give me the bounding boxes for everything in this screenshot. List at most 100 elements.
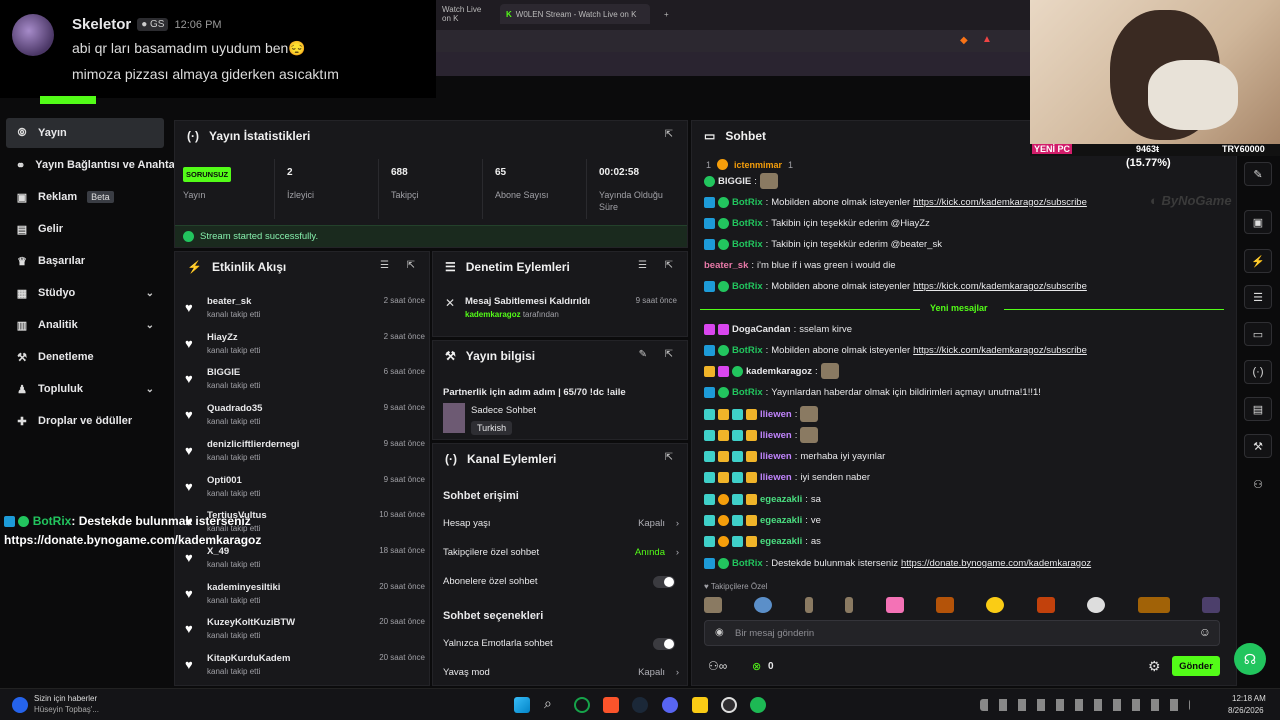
chat-username[interactable]: BotRix [732,558,763,569]
chat-message[interactable]: BotRix: Destekde bulunmak isterseniz http… [704,554,1091,572]
chat-message[interactable]: kademkaragoz: [704,362,839,380]
filter-icon[interactable]: ☰ [638,260,647,271]
list-item[interactable]: ♥ BIGGIE kanalı takip etti 6 saat önce [185,365,425,401]
emote[interactable] [804,597,813,613]
chat-message[interactable]: BotRix: Takibin için teşekkür ederim @Hia… [704,214,930,232]
emote[interactable] [986,597,1005,613]
emote[interactable] [704,597,722,613]
list-item[interactable]: ♥ Quadrado35 kanalı takip etti 9 saat önce [185,401,425,437]
clock-time[interactable]: 12:18 AM [1232,694,1266,703]
server-icon[interactable]: ▤ [1244,397,1272,421]
emote[interactable] [754,597,773,613]
list-item[interactable]: ♥ KitapKurduKadem kanalı takip etti 20 saat… [185,651,425,687]
app-icon[interactable] [574,697,590,713]
chat-username[interactable]: BotRix [732,281,763,292]
chat-username[interactable]: egeazakli [760,515,802,526]
broadcast-icon[interactable]: (·) [1244,360,1272,384]
new-tab-button[interactable]: + [658,4,678,24]
chat-username[interactable]: BotRix [732,345,763,356]
chat-message[interactable]: lliewen: [704,405,819,423]
chat-username[interactable]: BotRix [732,387,763,398]
sidebar-item-analitik[interactable]: ▥ Analitik ⌄ [6,310,164,340]
emote-only-toggle[interactable] [653,638,675,650]
chat-message[interactable]: egeazakli: sa [704,490,821,508]
chat-input[interactable]: ◉ Bir mesaj gönderin ☺ [704,620,1220,646]
brave-icon[interactable] [603,697,619,713]
sidebar-item-droplar[interactable]: ✚ Droplar ve ödüller [6,406,164,436]
chat-message[interactable]: BotRix: Yayınlardan haberdar olmak için b… [704,383,1041,401]
chat-message[interactable]: BotRix: Takibin için teşekkür ederim @bea… [704,235,942,253]
chat-message[interactable]: BotRix: Mobilden abone olmak isteyenler h… [704,341,1087,359]
chat-username[interactable]: BIGGIE [718,176,751,187]
chat-username[interactable]: BotRix [732,218,763,229]
chat-message[interactable]: beater_sk: i'm blue if i was green i woul… [704,256,896,274]
chat-username[interactable]: lliewen [760,409,792,420]
emote[interactable] [1137,597,1170,613]
subs-only-toggle[interactable] [653,576,675,588]
chat-username[interactable]: lliewen [760,430,792,441]
browser-tab[interactable]: Watch Live on K [436,4,496,24]
chat-username[interactable]: egeazakli [760,536,802,547]
slow-mode-option[interactable]: Yavaş mod Kapalı › [443,667,679,687]
emote[interactable] [1201,597,1220,613]
emote[interactable] [1036,597,1055,613]
filter-icon[interactable]: ☰ [380,260,389,271]
search-icon[interactable]: ⌕ [544,695,560,711]
emote[interactable] [935,597,954,613]
list-item[interactable]: ♥ KuzeyKoltKuziBTW kanalı takip etti 20 saa… [185,615,425,651]
windows-start-icon[interactable] [514,697,530,713]
clock-date[interactable]: 8/26/2026 [1228,706,1264,715]
list-item[interactable]: ♥ X_49 kanalı takip etti 18 saat önce [185,544,425,580]
lightning-icon[interactable]: ⚡ [1244,249,1272,273]
chat-username[interactable]: kademkaragoz [746,366,812,377]
emote[interactable] [1087,597,1106,613]
emote[interactable] [885,597,904,613]
popout-icon[interactable]: ⇱ [665,452,673,463]
chat-username[interactable]: BotRix [732,197,763,208]
emoji-icon[interactable]: ☺ [1199,625,1211,639]
infinity-icon[interactable]: ⚇∞ [708,659,727,673]
chat-username[interactable]: lliewen [760,472,792,483]
folder-icon[interactable] [692,697,708,713]
discord-icon[interactable] [662,697,678,713]
alert-icon[interactable]: ▲ [982,34,992,45]
popout-icon[interactable]: ⇱ [665,349,673,360]
chat-username[interactable]: BotRix [732,239,763,250]
chat-message[interactable]: lliewen: [704,426,819,444]
chat-link[interactable]: https://kick.com/kademkaragoz/subscribe [913,281,1087,292]
popout-icon[interactable]: ⇱ [665,129,673,140]
chat-message[interactable]: DogaCandan: sselam kirve [704,320,852,338]
emote[interactable] [845,597,854,613]
list-item[interactable]: ♥ beater_sk kanalı takip etti 2 saat önce [185,294,425,330]
brave-shield-icon[interactable]: ◆ [960,35,968,46]
chat-message[interactable]: BotRix: Mobilden abone olmak isteyenler h… [704,277,1087,295]
popout-icon[interactable]: ⇱ [665,260,673,271]
sidebar-item-stream-key[interactable]: ⚭ Yayın Bağlantısı ve Anahtarı [6,150,182,180]
spotify-icon[interactable] [750,697,766,713]
sidebar-item-topluluk[interactable]: ♟ Topluluk ⌄ [6,374,164,404]
chat-link[interactable]: https://donate.bynogame.com/kademkaragoz [901,558,1091,569]
chat-message[interactable]: BotRix: Mobilden abone olmak isteyenler h… [704,193,1087,211]
chat-message[interactable]: BIGGIE: [704,172,778,190]
support-button[interactable]: ☊ [1234,643,1266,675]
list-item[interactable]: ♥ denizliciftlierdernegi kanalı takip etti… [185,437,425,473]
news-widget-icon[interactable] [12,697,28,713]
browser-tab-active[interactable]: K W0LEN Stream - Watch Live on K [500,4,650,24]
send-button[interactable]: Gönder [1172,656,1220,676]
chat-message[interactable]: lliewen: merhaba iyi yayınlar [704,447,885,465]
sidebar-item-reklam[interactable]: ▣ Reklam Beta [6,182,164,212]
news-title[interactable]: Sizin için haberler [34,694,97,703]
list-item[interactable]: ♥ Opti001 kanalı takip etti 9 saat önce [185,473,425,509]
pencil-icon[interactable]: ✎ [1244,162,1272,186]
chat-link[interactable]: https://kick.com/kademkaragoz/subscribe [913,197,1087,208]
edit-icon[interactable]: ✎ [639,349,647,360]
chat-bubble-icon[interactable]: ▭ [1244,322,1272,346]
chat-message[interactable]: egeazakli: as [704,532,821,550]
address-bar[interactable]: ◆ ▲ [436,30,1030,52]
sidebar-item-yayin[interactable]: ⦾ Yayın [6,118,164,148]
sidebar-item-basarilar[interactable]: ♛ Başarılar [6,246,164,276]
sidebar-item-studyo[interactable]: ▦ Stüdyo ⌄ [6,278,164,308]
sidebar-item-denetleme[interactable]: ⚒ Denetleme [6,342,164,372]
chat-username[interactable]: DogaCandan [732,324,791,335]
steam-icon[interactable] [632,697,648,713]
